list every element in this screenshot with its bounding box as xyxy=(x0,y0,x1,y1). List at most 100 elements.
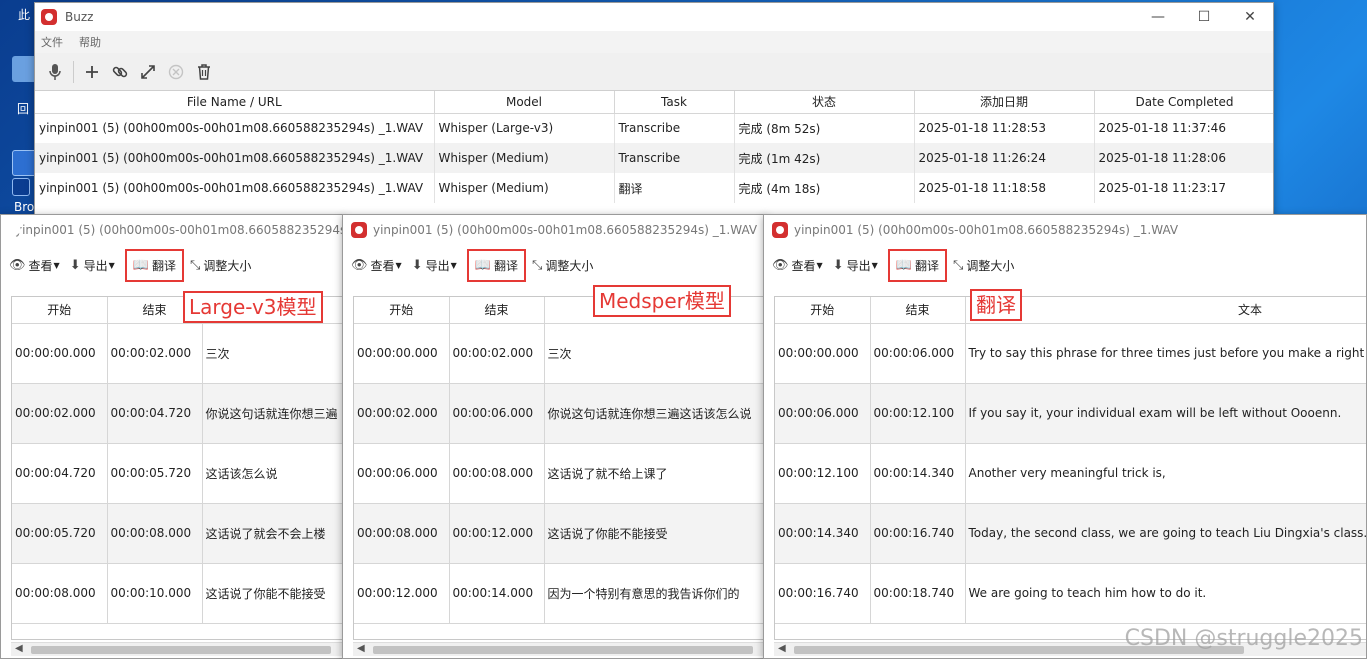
export-menu-button[interactable]: ⬇ 导出 ▼ xyxy=(833,257,878,274)
resize-button[interactable]: ⤡ 调整大小 xyxy=(190,257,251,274)
cell-end: 00:00:12.100 xyxy=(870,383,966,444)
cell-end: 00:00:14.340 xyxy=(870,443,966,504)
column-header-text[interactable]: 文本 xyxy=(965,297,1366,324)
cell-text[interactable]: 这话说了你能不能接受 xyxy=(202,563,344,624)
view-label: 查看 xyxy=(791,258,816,273)
scroll-left-icon[interactable]: ◀ xyxy=(15,643,23,654)
table-row[interactable]: 00:00:08.000 00:00:10.000 这话说了你能不能接受 xyxy=(12,563,344,624)
trash-icon[interactable] xyxy=(190,58,218,86)
view-menu-button[interactable]: 👁 查看 ▼ xyxy=(351,257,402,274)
translate-book-icon: 📖 xyxy=(895,257,912,273)
transcript-window-large-v3: yinpin001 (5) (00h00m00s-00h01m08.660588… xyxy=(0,214,345,659)
cell-status: 完成 (4m 18s) xyxy=(734,173,915,203)
table-row[interactable]: 00:00:04.720 00:00:05.720 这话该怎么说 xyxy=(12,443,344,504)
table-row[interactable]: 00:00:02.000 00:00:04.720 你说这句话就连你想三遍 xyxy=(12,383,344,444)
link-icon[interactable] xyxy=(106,58,134,86)
cell-start: 00:00:05.720 xyxy=(12,503,108,564)
cancel-icon[interactable] xyxy=(162,58,190,86)
cell-text[interactable]: We are going to teach him how to do it. xyxy=(965,563,1366,624)
export-menu-button[interactable]: ⬇ 导出 ▼ xyxy=(70,257,115,274)
maximize-button[interactable]: ☐ xyxy=(1181,9,1227,25)
table-row[interactable]: 00:00:00.000 00:00:02.000 三次 xyxy=(12,323,344,384)
resize-icon: ⤡ xyxy=(189,257,201,273)
table-row[interactable]: 00:00:02.000 00:00:06.000 你说这句话就连你想三遍这话该怎么… xyxy=(354,383,766,444)
cell-text[interactable]: 这话说了你能不能接受 xyxy=(544,503,766,564)
translate-label: 翻译 xyxy=(493,258,518,273)
menu-help[interactable]: 帮助 xyxy=(79,34,101,50)
view-menu-button[interactable]: 👁 查看 ▼ xyxy=(9,257,60,274)
table-row[interactable]: yinpin001 (5) (00h00m00s-00h01m08.660588… xyxy=(35,173,1273,203)
chevron-down-icon: ▼ xyxy=(871,260,878,270)
column-header-start[interactable]: 开始 xyxy=(354,297,450,324)
scroll-left-icon[interactable]: ◀ xyxy=(778,643,786,654)
menu-file[interactable]: 文件 xyxy=(41,34,63,50)
cell-text[interactable]: Try to say this phrase for three times j… xyxy=(965,323,1366,384)
translate-button[interactable]: 📖 翻译 xyxy=(466,248,526,282)
table-row[interactable]: 00:00:08.000 00:00:12.000 这话说了你能不能接受 xyxy=(354,503,766,564)
column-header-start[interactable]: 开始 xyxy=(12,297,108,324)
cell-end: 00:00:02.000 xyxy=(107,323,203,384)
view-menu-button[interactable]: 👁 查看 ▼ xyxy=(772,257,823,274)
desktop-label: 回 xyxy=(17,102,30,116)
scrollbar-thumb[interactable] xyxy=(373,646,753,654)
column-header-task[interactable]: Task xyxy=(614,91,735,114)
cell-text[interactable]: 三次 xyxy=(544,323,766,384)
column-header-filename[interactable]: File Name / URL xyxy=(35,91,435,114)
cell-date-completed: 2025-01-18 11:37:46 xyxy=(1094,113,1273,143)
menubar: 文件 帮助 xyxy=(35,31,1273,53)
minimize-button[interactable]: — xyxy=(1135,9,1181,25)
cell-start: 00:00:02.000 xyxy=(354,383,450,444)
chevron-down-icon: ▼ xyxy=(450,260,457,270)
export-menu-button[interactable]: ⬇ 导出 ▼ xyxy=(412,257,457,274)
tasks-table: File Name / URL Model Task 状态 添加日期 Date … xyxy=(35,91,1273,203)
table-row[interactable]: 00:00:16.740 00:00:18.740 We are going to … xyxy=(775,563,1366,624)
column-header-end[interactable]: 结束 xyxy=(449,297,545,324)
horizontal-scrollbar[interactable]: ◀ xyxy=(353,642,766,656)
resize-button[interactable]: ⤡ 调整大小 xyxy=(532,257,593,274)
cell-text[interactable]: 这话说了就不给上课了 xyxy=(544,443,766,504)
translate-button[interactable]: 📖 翻译 xyxy=(124,248,184,282)
column-header-date-completed[interactable]: Date Completed xyxy=(1094,91,1273,114)
table-row[interactable]: 00:00:00.000 00:00:02.000 三次 xyxy=(354,323,766,384)
cell-text[interactable]: Today, the second class, we are going to… xyxy=(965,503,1366,564)
cell-start: 00:00:06.000 xyxy=(354,443,450,504)
table-row[interactable]: yinpin001 (5) (00h00m00s-00h01m08.660588… xyxy=(35,113,1273,143)
translate-button[interactable]: 📖 翻译 xyxy=(887,248,947,282)
resize-button[interactable]: ⤡ 调整大小 xyxy=(953,257,1014,274)
segments-table-container: 开始 结束 00:00:00.000 00:00:02.000 三次 00:00:0… xyxy=(353,296,766,640)
cell-text[interactable]: 这话该怎么说 xyxy=(202,443,344,504)
shortcut-icon[interactable] xyxy=(12,178,30,196)
table-row[interactable]: 00:00:00.000 00:00:06.000 Try to say this … xyxy=(775,323,1366,384)
table-row[interactable]: 00:00:05.720 00:00:08.000 这话说了就会不会上楼 xyxy=(12,503,344,564)
expand-icon[interactable] xyxy=(134,58,162,86)
table-row[interactable]: 00:00:12.100 00:00:14.340 Another very mea… xyxy=(775,443,1366,504)
cell-text[interactable]: 三次 xyxy=(202,323,344,384)
cell-text[interactable]: 因为一个特别有意思的我告诉你们的 xyxy=(544,563,766,624)
plus-icon[interactable] xyxy=(78,58,106,86)
scrollbar-thumb[interactable] xyxy=(31,646,331,654)
table-row[interactable]: yinpin001 (5) (00h00m00s-00h01m08.660588… xyxy=(35,143,1273,173)
cell-end: 00:00:12.000 xyxy=(449,503,545,564)
close-button[interactable]: ✕ xyxy=(1227,9,1273,25)
cell-text[interactable]: 这话说了就会不会上楼 xyxy=(202,503,344,564)
mic-icon[interactable] xyxy=(41,58,69,86)
column-header-model[interactable]: Model xyxy=(434,91,615,114)
cell-text[interactable]: If you say it, your individual exam will… xyxy=(965,383,1366,444)
cell-text[interactable]: 你说这句话就连你想三遍 xyxy=(202,383,344,444)
cell-end: 00:00:14.000 xyxy=(449,563,545,624)
cell-text[interactable]: 你说这句话就连你想三遍这话该怎么说 xyxy=(544,383,766,444)
table-row[interactable]: 00:00:12.000 00:00:14.000 因为一个特别有意思的我告诉你们的 xyxy=(354,563,766,624)
cell-start: 00:00:16.740 xyxy=(775,563,871,624)
scroll-left-icon[interactable]: ◀ xyxy=(357,643,365,654)
table-row[interactable]: 00:00:14.340 00:00:16.740 Today, the secon… xyxy=(775,503,1366,564)
column-header-end[interactable]: 结束 xyxy=(870,297,966,324)
cell-filename: yinpin001 (5) (00h00m00s-00h01m08.660588… xyxy=(35,113,435,143)
table-row[interactable]: 00:00:06.000 00:00:08.000 这话说了就不给上课了 xyxy=(354,443,766,504)
horizontal-scrollbar[interactable]: ◀ xyxy=(11,642,344,656)
column-header-start[interactable]: 开始 xyxy=(775,297,871,324)
table-row[interactable]: 00:00:06.000 00:00:12.100 If you say it, y… xyxy=(775,383,1366,444)
column-header-date-added[interactable]: 添加日期 xyxy=(914,91,1095,114)
cell-start: 00:00:00.000 xyxy=(775,323,871,384)
column-header-status[interactable]: 状态 xyxy=(734,91,915,114)
cell-text[interactable]: Another very meaningful trick is, xyxy=(965,443,1366,504)
